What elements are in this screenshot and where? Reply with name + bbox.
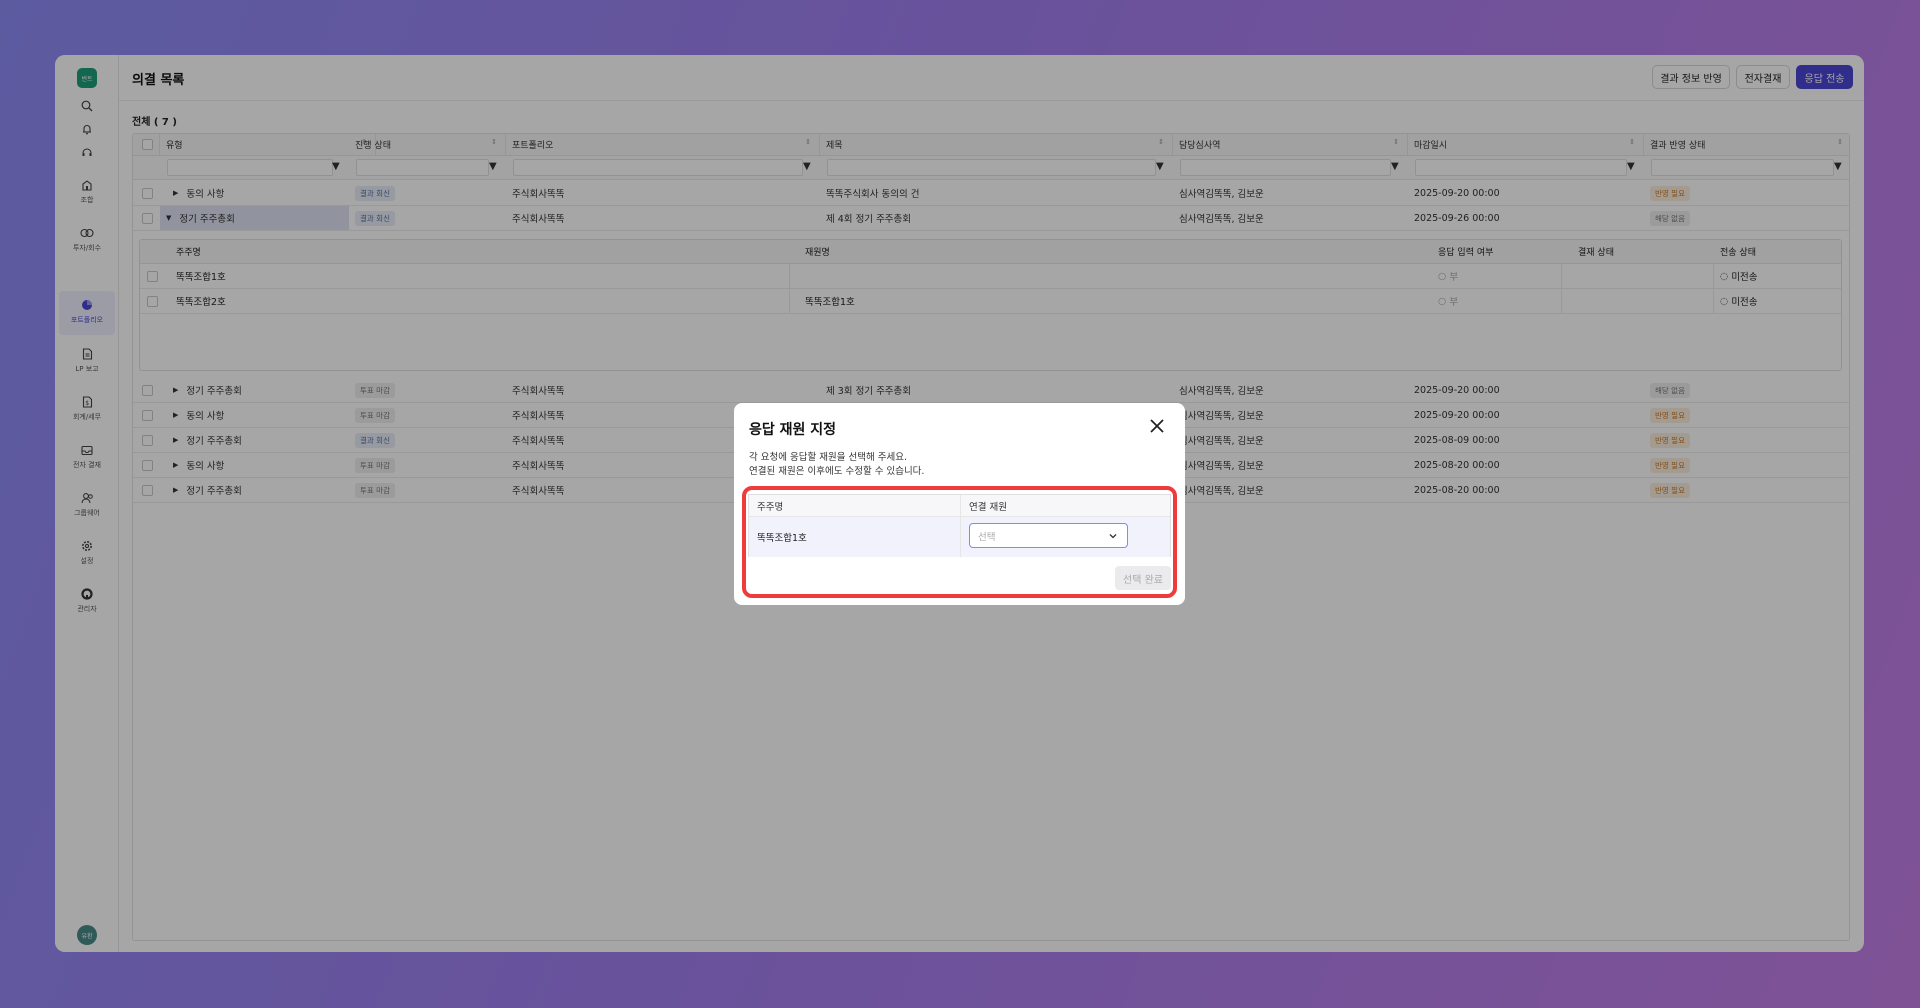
close-icon[interactable]	[1148, 417, 1166, 435]
dialog-title: 응답 재원 지정	[749, 422, 837, 438]
dialog-description: 각 요청에 응답할 재원을 선택해 주세요. 연결된 재원은 이후에도 수정할 …	[749, 451, 924, 479]
dialog-description-line: 각 요청에 응답할 재원을 선택해 주세요.	[749, 452, 907, 463]
assign-fund-dialog: 응답 재원 지정 각 요청에 응답할 재원을 선택해 주세요. 연결된 재원은 …	[734, 403, 1185, 605]
dialog-description-line: 연결된 재원은 이후에도 수정할 수 있습니다.	[749, 466, 925, 477]
highlight-outline	[742, 486, 1177, 598]
